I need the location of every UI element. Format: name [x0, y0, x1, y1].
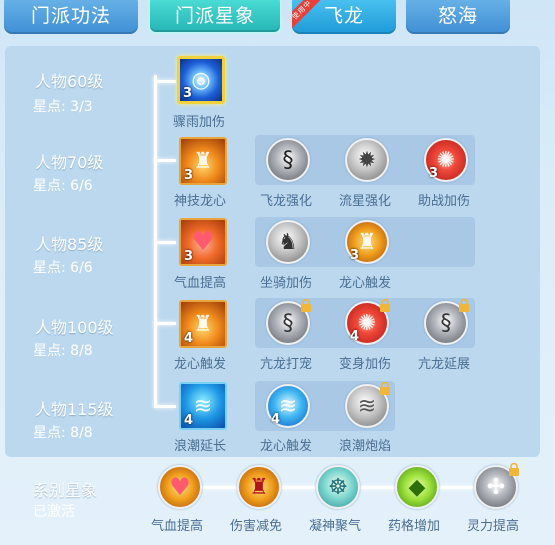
lock-icon — [508, 461, 520, 476]
meditation-icon[interactable]: ☸ — [316, 465, 360, 509]
skill-name: 助战加伤 — [418, 194, 471, 209]
skill-name: 龙心触发 — [174, 357, 227, 372]
system-item-name: 伤害减免 — [230, 519, 283, 534]
skill-name: 骤雨加伤 — [173, 115, 226, 130]
dragon-claw-icon[interactable]: § — [424, 298, 469, 345]
level-label: 人物100级 — [35, 318, 114, 337]
mount-icon[interactable]: ♞ — [266, 220, 310, 264]
skill-count: 3 — [429, 166, 439, 181]
skill-count: 3 — [350, 248, 360, 263]
level-label: 人物85级 — [35, 235, 104, 254]
skill-name: 亢龙打宠 — [260, 357, 313, 372]
tab-sect-constellation[interactable]: 门派星象 — [148, 0, 282, 34]
skill-name: 浪潮炮焰 — [339, 439, 392, 454]
lock-icon — [379, 297, 391, 312]
skill-name: 变身加伤 — [339, 357, 392, 372]
system-item-name: 气血提高 — [151, 519, 204, 534]
tab-flying-dragon[interactable]: 使用中 飞龙 — [292, 0, 396, 34]
tab-label: 怒海 — [437, 4, 478, 27]
skill-name: 龙心触发 — [260, 439, 313, 454]
heart-icon[interactable]: ♥ — [158, 465, 202, 509]
wave-icon[interactable]: ≋ 4 — [179, 382, 227, 430]
skill-count: 3 — [183, 86, 193, 101]
skill-name: 飞龙强化 — [260, 194, 313, 209]
system-item-name: 药格增加 — [388, 519, 441, 534]
star-points: 星点: 8/8 — [33, 343, 93, 359]
skill-name: 坐骑加伤 — [260, 276, 313, 291]
tree-branch-line — [154, 159, 176, 162]
dragon-glyph: § — [282, 147, 294, 173]
gem-glyph: ◆ — [408, 474, 426, 500]
skill-name: 流星强化 — [339, 194, 392, 209]
lock-icon — [458, 297, 470, 312]
aura-icon[interactable]: ✺ 4 — [345, 298, 390, 345]
system-state: 已激活 — [33, 504, 75, 520]
in-use-ribbon: 使用中 — [292, 0, 321, 29]
system-title: 系别星象 — [33, 481, 98, 500]
gem-icon[interactable]: ◆ — [395, 465, 439, 509]
meteor-glyph: ✹ — [357, 147, 377, 173]
level-label: 人物60级 — [35, 72, 104, 91]
fire-warrior-icon[interactable]: ♜ 3 — [179, 137, 227, 185]
fire-warrior-icon[interactable]: ♜ 3 — [345, 220, 389, 264]
skill-name: 神技龙心 — [174, 194, 227, 209]
tab-label: 门派功法 — [30, 4, 111, 27]
lock-icon — [379, 380, 391, 395]
system-item-name: 凝神聚气 — [309, 519, 362, 534]
skill-name: 龙心触发 — [339, 276, 392, 291]
tab-label: 飞龙 — [323, 4, 364, 27]
tab-raging-sea[interactable]: 怒海 — [406, 0, 510, 34]
aura-icon[interactable]: ✺ 3 — [424, 138, 468, 182]
skill-count: 4 — [350, 329, 360, 344]
star-points: 星点: 6/6 — [33, 178, 93, 194]
tab-sect-skills[interactable]: 门派功法 — [4, 0, 138, 34]
meteor-icon[interactable]: ✹ — [345, 138, 389, 182]
star-points: 星点: 8/8 — [33, 425, 93, 441]
dragon-icon[interactable]: § — [266, 138, 310, 182]
armor-glyph: ♜ — [249, 474, 269, 500]
star-points: 星点: 3/3 — [33, 99, 93, 115]
tree-branch-line — [154, 405, 176, 408]
heart-glyph: ♥ — [169, 473, 191, 501]
skill-count: 4 — [184, 331, 194, 346]
level-label: 人物70级 — [35, 153, 104, 172]
star-points: 星点: 6/6 — [33, 260, 93, 276]
system-item-name: 灵力提高 — [467, 519, 520, 534]
tree-branch-line — [154, 80, 176, 83]
wave-icon[interactable]: ≋ — [345, 381, 390, 428]
tab-label: 门派星象 — [174, 4, 255, 27]
skill-count: 4 — [184, 413, 194, 428]
skill-count: 4 — [271, 412, 281, 427]
armor-icon[interactable]: ♜ — [237, 465, 281, 509]
mount-glyph: ♞ — [278, 229, 298, 255]
meditation-glyph: ☸ — [328, 474, 348, 500]
skill-count: 3 — [184, 249, 194, 264]
skill-name: 亢龙延展 — [418, 357, 471, 372]
wave-icon[interactable]: ≋ 4 — [266, 384, 310, 428]
water-swirl-icon[interactable]: ◎ 3 — [177, 56, 225, 104]
heart-icon[interactable]: ♥ 3 — [179, 218, 227, 266]
level-label: 人物115级 — [35, 400, 114, 419]
tree-branch-line — [154, 322, 176, 325]
skill-name: 气血提高 — [174, 276, 227, 291]
tree-branch-line — [154, 241, 176, 244]
lock-icon — [300, 297, 312, 312]
skill-name: 浪潮延长 — [174, 439, 227, 454]
dragon-claw-icon[interactable]: § — [266, 298, 311, 345]
fire-warrior-icon[interactable]: ♜ 4 — [179, 300, 227, 348]
spirit-icon[interactable]: ✣ — [474, 462, 519, 509]
skill-count: 3 — [184, 168, 194, 183]
